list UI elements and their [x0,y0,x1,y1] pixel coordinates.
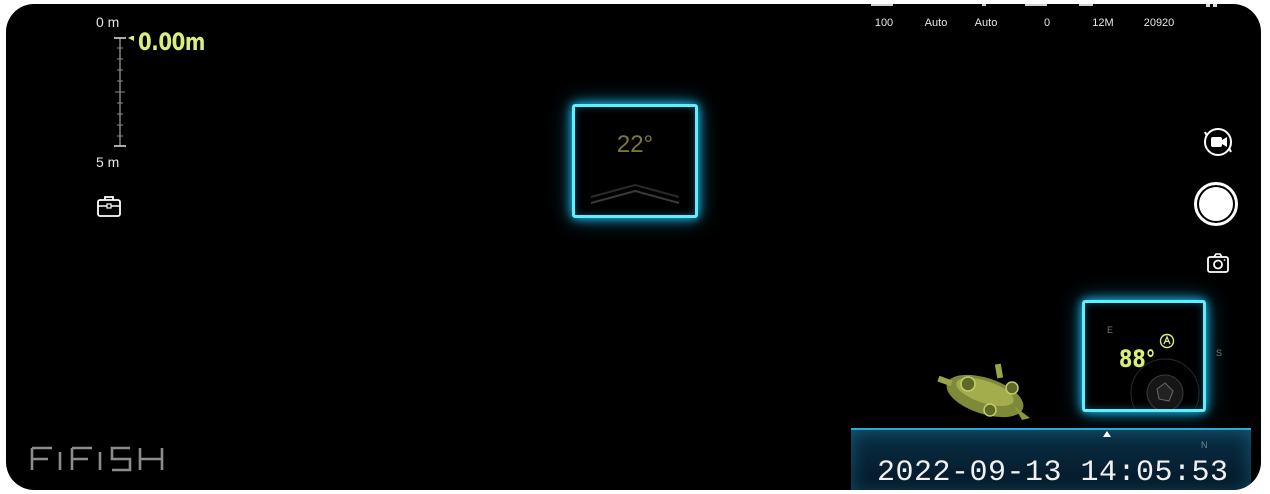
depth-scale [114,36,134,147]
camera-parameter-bar: 100 Auto Auto 0 12M 20920 [6,4,1261,44]
param-indicator [982,4,986,6]
param-iso[interactable]: 100 [875,17,893,29]
depth-scale-bottom-label: 5 m [96,154,120,170]
compass-letter-e: E [1107,325,1114,335]
auto-lock-icon[interactable] [1159,333,1175,349]
heading-indicator: E 88° [1082,300,1206,412]
pitch-indicator: 22° [572,104,698,218]
timestamp-north-label: N [1201,440,1208,450]
param-ev[interactable]: 0 [1044,17,1050,29]
rov-drone-model [937,363,1030,420]
param-white-balance[interactable]: Auto [925,17,948,29]
param-resolution[interactable]: 12M [1092,17,1113,29]
timestamp-text: 2022-09-13 14:05:53 [877,456,1229,490]
param-remaining: 20920 [1143,17,1175,29]
toolbox-icon[interactable] [96,194,122,218]
shutter-button[interactable] [1194,182,1238,226]
camera-icon[interactable] [1206,252,1230,274]
compass-letter-s: S [1216,348,1223,358]
fifish-logo [30,446,164,472]
param-indicator [1025,4,1047,6]
pitch-horizon-icon [590,183,680,204]
param-indicator [871,4,893,6]
battery-icon [1206,4,1217,7]
timestamp-bar: N 2022-09-13 14:05:53 [851,428,1251,490]
heading-value: 88° [1119,345,1156,373]
param-shutter[interactable]: Auto [975,17,998,29]
pitch-value: 22° [616,131,654,158]
video-mode-switch-icon[interactable] [1202,126,1234,158]
rov-camera-view: 0 m 0.00m 5 m 100 Auto Auto 0 12M 20920 … [6,4,1261,490]
param-indicator [1079,4,1093,6]
shutter-inner [1199,187,1233,221]
heading-marker-icon [1103,431,1111,437]
